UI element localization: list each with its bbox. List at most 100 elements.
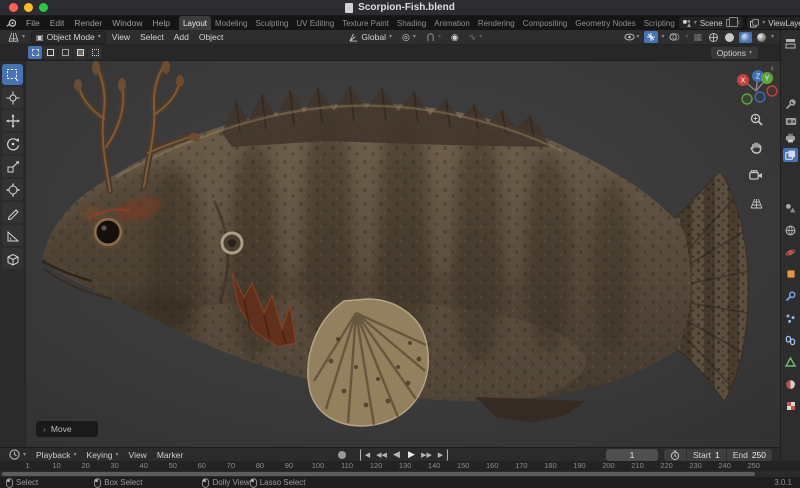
ruler-frame-label[interactable]: 190 bbox=[565, 461, 594, 471]
object-menu[interactable]: Object bbox=[195, 31, 228, 44]
ruler-frame-label[interactable]: 70 bbox=[216, 461, 245, 471]
camera-view-button[interactable] bbox=[748, 167, 764, 183]
play-button[interactable]: ▶ bbox=[405, 449, 418, 461]
ruler-frame-label[interactable]: 1 bbox=[13, 461, 42, 471]
zoom-window-button[interactable] bbox=[39, 3, 48, 12]
xray-toggle[interactable]: ▦ bbox=[691, 31, 704, 44]
tool-move[interactable] bbox=[2, 110, 23, 131]
select-mode-intersect[interactable] bbox=[88, 46, 102, 59]
ruler-frame-label[interactable]: 230 bbox=[681, 461, 710, 471]
topbar-menu[interactable]: Edit bbox=[45, 16, 70, 30]
tool-select-box[interactable] bbox=[2, 64, 23, 85]
ruler-frame-label[interactable]: 160 bbox=[478, 461, 507, 471]
select-mode-set[interactable] bbox=[28, 46, 42, 59]
timeline-ruler[interactable]: 1102030405060708090100110120130140150160… bbox=[0, 461, 800, 471]
zoom-view-button[interactable] bbox=[748, 111, 764, 127]
tab-particle-properties[interactable] bbox=[783, 311, 798, 325]
topbar-menu[interactable]: File bbox=[21, 16, 45, 30]
ruler-frame-label[interactable]: 200 bbox=[594, 461, 623, 471]
ruler-frame-label[interactable]: 180 bbox=[536, 461, 565, 471]
ruler-frame-label[interactable]: 240 bbox=[710, 461, 739, 471]
tab-world-properties[interactable] bbox=[783, 223, 798, 237]
auto-keying-button[interactable] bbox=[335, 449, 348, 461]
ruler-frame-label[interactable]: 50 bbox=[158, 461, 187, 471]
visibility-dropdown[interactable]: ▾ bbox=[622, 32, 641, 42]
shading-wireframe-button[interactable] bbox=[707, 32, 720, 43]
ruler-frame-label[interactable]: 90 bbox=[274, 461, 303, 471]
show-gizmo-toggle[interactable] bbox=[644, 31, 658, 43]
ruler-frame-label[interactable]: 40 bbox=[129, 461, 158, 471]
tool-scale[interactable] bbox=[2, 156, 23, 177]
workspace-tab[interactable]: Texture Paint bbox=[338, 16, 393, 30]
scene-selector[interactable]: ▾ Scene × bbox=[679, 17, 743, 29]
ruler-frame-label[interactable]: 210 bbox=[623, 461, 652, 471]
tool-cursor[interactable] bbox=[2, 87, 23, 108]
gizmo-neg-y-axis[interactable] bbox=[742, 94, 752, 104]
use-preview-range-button[interactable] bbox=[664, 449, 686, 461]
shading-material-preview-button[interactable] bbox=[739, 32, 752, 43]
scrollbar-thumb[interactable] bbox=[2, 472, 755, 476]
viewport-canvas[interactable]: X Z Y ‹ › Mo bbox=[0, 61, 800, 447]
tab-constraint-properties[interactable] bbox=[783, 333, 798, 347]
shading-rendered-button[interactable] bbox=[755, 32, 768, 43]
ruler-frame-label[interactable]: 30 bbox=[100, 461, 129, 471]
ruler-frame-label[interactable]: 130 bbox=[391, 461, 420, 471]
tool-annotate[interactable] bbox=[2, 202, 23, 223]
gizmo-neg-z-axis[interactable] bbox=[755, 92, 765, 102]
pan-view-button[interactable] bbox=[748, 139, 764, 155]
tab-object-data-properties[interactable] bbox=[783, 355, 798, 369]
ruler-frame-label[interactable]: 100 bbox=[303, 461, 332, 471]
view-layer-selector[interactable]: ▾ ViewLayer × bbox=[747, 17, 800, 29]
tool-transform[interactable] bbox=[2, 179, 23, 200]
topbar-menu[interactable]: Help bbox=[147, 16, 174, 30]
next-keyframe-button[interactable]: ▶▶ bbox=[420, 449, 433, 461]
start-frame-field[interactable]: Start1 bbox=[686, 449, 726, 461]
ruler-frame-label[interactable]: 60 bbox=[187, 461, 216, 471]
previous-keyframe-button[interactable]: ◀◀ bbox=[375, 449, 388, 461]
editor-type-selector[interactable]: ▾ bbox=[4, 31, 29, 44]
jump-to-start-button[interactable]: ◀ bbox=[360, 449, 373, 461]
ruler-frame-label[interactable]: 10 bbox=[42, 461, 71, 471]
tab-material-properties[interactable] bbox=[783, 377, 798, 391]
workspace-tab[interactable]: Modeling bbox=[211, 16, 251, 30]
view-menu[interactable]: View bbox=[108, 31, 134, 44]
transform-orientation-selector[interactable]: Global ▾ bbox=[345, 31, 396, 44]
select-mode-extend[interactable] bbox=[43, 46, 57, 59]
keying-menu[interactable]: Keying▾ bbox=[82, 450, 124, 460]
timeline-editor-selector[interactable]: ▾ bbox=[4, 449, 31, 460]
ruler-frame-label[interactable]: 20 bbox=[71, 461, 100, 471]
playback-menu[interactable]: Playback▾ bbox=[31, 450, 82, 460]
tab-view-layer-properties[interactable] bbox=[783, 148, 798, 162]
tab-texture-properties[interactable] bbox=[783, 399, 798, 413]
close-window-button[interactable] bbox=[9, 3, 18, 12]
tab-physics-properties[interactable] bbox=[783, 245, 798, 259]
select-mode-subtract[interactable] bbox=[58, 46, 72, 59]
shading-solid-button[interactable] bbox=[723, 32, 736, 43]
ruler-frame-label[interactable]: 150 bbox=[449, 461, 478, 471]
tool-rotate[interactable] bbox=[2, 133, 23, 154]
gizmo-neg-x-axis[interactable] bbox=[767, 86, 777, 96]
perspective-toggle-button[interactable] bbox=[748, 195, 764, 211]
workspace-tab[interactable]: Compositing bbox=[519, 16, 571, 30]
proportional-editing-toggle[interactable]: ◉ bbox=[447, 31, 463, 44]
timeline-scrollbar[interactable] bbox=[0, 471, 800, 477]
workspace-tab[interactable]: Sculpting bbox=[251, 16, 292, 30]
pivot-point-selector[interactable]: ◎▾ bbox=[398, 31, 420, 44]
marker-menu[interactable]: Marker bbox=[152, 450, 188, 460]
ruler-frame-label[interactable]: 140 bbox=[420, 461, 449, 471]
tool-measure[interactable] bbox=[2, 225, 23, 246]
ruler-frame-label[interactable]: 110 bbox=[333, 461, 362, 471]
snap-toggle[interactable]: ▾ bbox=[422, 31, 445, 44]
topbar-menu[interactable]: Window bbox=[107, 16, 147, 30]
ruler-frame-label[interactable]: 80 bbox=[245, 461, 274, 471]
workspace-tab[interactable]: Shading bbox=[393, 16, 430, 30]
ruler-frame-label[interactable]: 250 bbox=[739, 461, 768, 471]
end-frame-field[interactable]: End250 bbox=[726, 449, 772, 461]
tab-output-properties[interactable] bbox=[783, 131, 798, 145]
play-reverse-button[interactable]: ◀ bbox=[390, 449, 403, 461]
operator-panel[interactable]: › Move bbox=[36, 421, 98, 437]
blender-logo-icon[interactable] bbox=[0, 16, 21, 30]
workspace-tab[interactable]: Layout bbox=[179, 16, 211, 30]
minimize-window-button[interactable] bbox=[24, 3, 33, 12]
tool-add-cube[interactable] bbox=[2, 248, 23, 269]
